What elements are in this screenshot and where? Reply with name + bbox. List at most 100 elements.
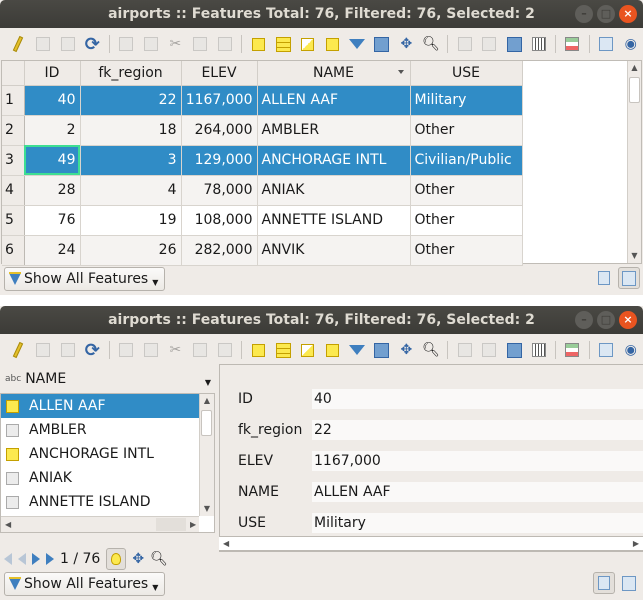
table-cell-elev[interactable]: 282,000 xyxy=(181,235,258,266)
field-value-input[interactable]: Military xyxy=(312,513,643,533)
paste-icon[interactable] xyxy=(212,338,237,362)
reload-icon[interactable]: ⟳ xyxy=(80,32,105,56)
table-cell-id[interactable]: 28 xyxy=(24,175,81,206)
selected-checkbox[interactable] xyxy=(6,447,19,461)
zoom-to-selected-icon[interactable]: 🔍︎ xyxy=(419,32,444,56)
first-feature-icon[interactable] xyxy=(4,553,12,565)
reload-icon[interactable]: ⟳ xyxy=(80,338,105,362)
table-row[interactable]: 6 24 26 282,000 ANVIK Other xyxy=(2,235,523,266)
table-cell-id[interactable]: 24 xyxy=(24,235,81,266)
scrollbar-thumb[interactable] xyxy=(629,77,640,103)
column-header-name[interactable]: NAME xyxy=(257,61,411,86)
row-header[interactable]: 3 xyxy=(2,145,25,176)
attribute-table[interactable]: ID fk_region ELEV NAME USE 1 40 22 1167,000… xyxy=(1,60,642,266)
table-row[interactable]: 2 2 18 264,000 AMBLER Other xyxy=(2,115,523,146)
copy-icon[interactable] xyxy=(188,338,213,362)
maximize-button[interactable]: □ xyxy=(597,311,615,329)
select-all-icon[interactable] xyxy=(271,338,296,362)
table-cell-fk-region[interactable]: 22 xyxy=(80,85,182,116)
list-item[interactable]: ANIAK xyxy=(1,466,199,490)
vertical-scrollbar[interactable]: ▲ ▼ xyxy=(627,61,641,263)
field-value-input[interactable]: 22 xyxy=(312,420,643,440)
switch-to-form-view-button[interactable] xyxy=(593,572,615,594)
toggle-editing-icon[interactable] xyxy=(6,32,31,56)
table-cell-name[interactable]: ANNETTE ISLAND xyxy=(257,205,411,236)
minimize-button[interactable]: – xyxy=(575,5,593,23)
cut-icon[interactable]: ✂ xyxy=(163,338,188,362)
close-button[interactable]: × xyxy=(619,5,637,23)
pan-to-selected-icon[interactable]: ✥ xyxy=(394,338,419,362)
switch-to-form-view-button[interactable] xyxy=(593,267,615,289)
identify-icon[interactable]: ◉ xyxy=(618,338,643,362)
scroll-right-icon[interactable]: ▶ xyxy=(633,539,639,548)
switch-to-table-view-button[interactable] xyxy=(618,572,640,594)
zoom-to-current-icon[interactable]: 🔍︎ xyxy=(150,551,168,567)
delete-selected-icon[interactable] xyxy=(138,338,163,362)
table-cell-fk-region[interactable]: 3 xyxy=(80,145,182,176)
field-calculator-icon[interactable] xyxy=(502,338,527,362)
table-cell-name[interactable]: ANIAK xyxy=(257,175,411,206)
table-cell-use[interactable]: Other xyxy=(410,235,523,266)
table-cell-name[interactable]: ANCHORAGE INTL xyxy=(257,145,411,176)
table-cell-elev[interactable]: 129,000 xyxy=(181,145,258,176)
cut-icon[interactable]: ✂ xyxy=(163,32,188,56)
show-all-features-button[interactable]: Show All Features ▼ xyxy=(4,267,166,291)
switch-to-table-view-button[interactable] xyxy=(618,267,640,289)
scroll-left-icon[interactable]: ◀ xyxy=(5,520,11,529)
selected-checkbox[interactable] xyxy=(6,399,19,413)
scrollbar-thumb[interactable] xyxy=(156,518,186,531)
minimize-button[interactable]: – xyxy=(575,311,593,329)
close-button[interactable]: × xyxy=(619,311,637,329)
unselected-checkbox[interactable] xyxy=(6,423,19,437)
table-cell-fk-region[interactable]: 18 xyxy=(80,115,182,146)
actions-icon[interactable] xyxy=(560,338,585,362)
invert-selection-icon[interactable] xyxy=(295,338,320,362)
multi-edit-icon[interactable] xyxy=(31,32,56,56)
scroll-right-icon[interactable]: ▶ xyxy=(190,520,196,529)
toggle-editing-icon[interactable] xyxy=(6,338,31,362)
pan-to-selected-icon[interactable]: ✥ xyxy=(394,32,419,56)
scrollbar-thumb[interactable] xyxy=(201,410,212,436)
field-calculator-icon[interactable] xyxy=(502,32,527,56)
table-cell-use[interactable]: Military xyxy=(410,85,523,116)
add-feature-icon[interactable] xyxy=(114,338,139,362)
scroll-left-icon[interactable]: ◀ xyxy=(223,539,229,548)
table-cell-id[interactable]: 49 xyxy=(24,145,81,176)
last-feature-icon[interactable] xyxy=(46,553,54,565)
next-feature-icon[interactable] xyxy=(32,553,40,565)
invert-selection-icon[interactable] xyxy=(295,32,320,56)
copy-icon[interactable] xyxy=(188,32,213,56)
scroll-up-icon[interactable]: ▲ xyxy=(628,61,641,75)
row-header[interactable]: 5 xyxy=(2,205,25,236)
deselect-all-icon[interactable] xyxy=(320,338,345,362)
feature-list[interactable]: ALLEN AAF AMBLER ANCHORAGE INTL ANIAK ANNETT… xyxy=(0,393,215,533)
list-horizontal-scrollbar[interactable]: ◀ ▶ xyxy=(1,516,199,532)
table-row[interactable]: 5 76 19 108,000 ANNETTE ISLAND Other xyxy=(2,205,523,236)
list-item[interactable]: ANNETTE ISLAND xyxy=(1,490,199,514)
zoom-to-selected-icon[interactable]: 🔍︎ xyxy=(419,338,444,362)
move-selection-to-top-icon[interactable] xyxy=(369,32,394,56)
pan-to-current-icon[interactable]: ✥ xyxy=(132,551,144,567)
table-row[interactable]: 3 49 3 129,000 ANCHORAGE INTL Civilian/Public xyxy=(2,145,523,176)
delete-selected-icon[interactable] xyxy=(138,32,163,56)
table-cell-id[interactable]: 76 xyxy=(24,205,81,236)
actions-icon[interactable] xyxy=(560,32,585,56)
row-header[interactable]: 4 xyxy=(2,175,25,206)
row-header[interactable]: 6 xyxy=(2,235,25,266)
list-item[interactable]: ALLEN AAF xyxy=(1,394,199,418)
select-all-icon[interactable] xyxy=(271,32,296,56)
table-cell-use[interactable]: Other xyxy=(410,175,523,206)
list-item[interactable]: ANCHORAGE INTL xyxy=(1,442,199,466)
table-cell-use[interactable]: Other xyxy=(410,205,523,236)
new-field-icon[interactable] xyxy=(452,32,477,56)
conditional-formatting-icon[interactable] xyxy=(526,32,551,56)
scroll-down-icon[interactable]: ▼ xyxy=(200,502,214,516)
unselected-checkbox[interactable] xyxy=(6,471,19,485)
display-expression-selector[interactable]: abc NAME ▼ xyxy=(0,364,215,394)
maximize-button[interactable]: □ xyxy=(597,5,615,23)
column-header-elev[interactable]: ELEV xyxy=(181,61,258,86)
delete-field-icon[interactable] xyxy=(477,32,502,56)
filter-select-icon[interactable] xyxy=(345,338,370,362)
table-cell-elev[interactable]: 108,000 xyxy=(181,205,258,236)
filter-select-icon[interactable] xyxy=(345,32,370,56)
